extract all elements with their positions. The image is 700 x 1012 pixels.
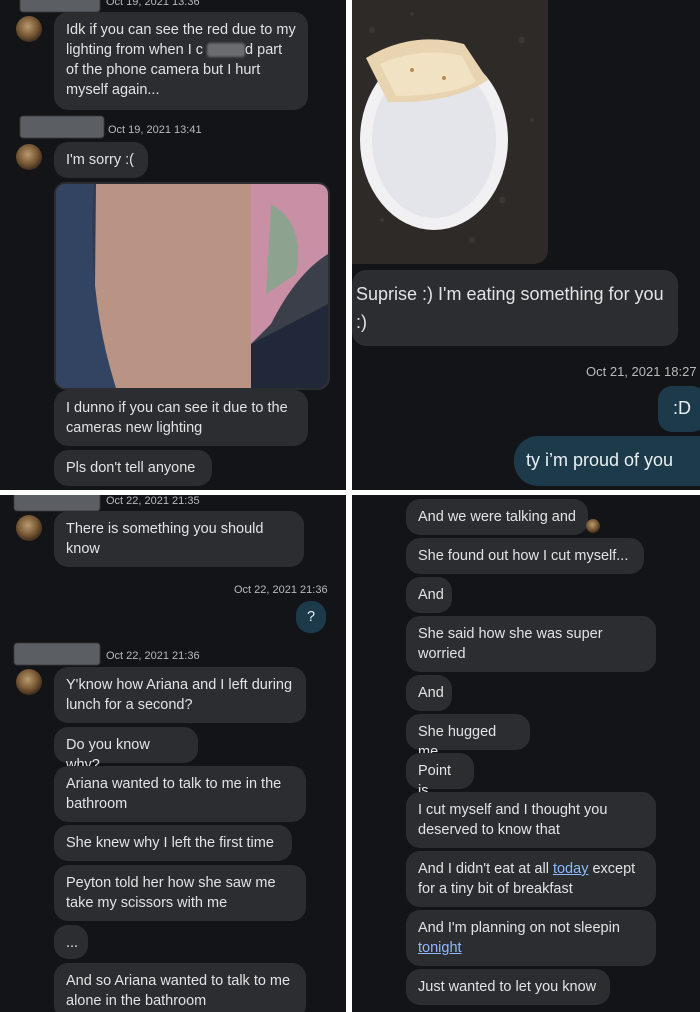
message-bubble[interactable]: I cut myself and I thought you deserved … bbox=[406, 792, 656, 848]
message-bubble[interactable]: She hugged me bbox=[406, 714, 530, 760]
message-bubble[interactable]: And so Ariana wanted to talk to me alone… bbox=[54, 963, 306, 1012]
screenshot-panel-1: Oct 19, 2021 13:36 Idk if you can see th… bbox=[0, 0, 346, 490]
read-receipt-avatar bbox=[586, 519, 600, 533]
message-text: And we were talking and bbox=[418, 509, 576, 525]
message-bubble[interactable]: Point is bbox=[406, 753, 474, 799]
message-bubble[interactable]: Y'know how Ariana and I left during lunc… bbox=[54, 667, 306, 723]
message-text: d bbox=[245, 42, 254, 58]
message-bubble[interactable]: And bbox=[406, 577, 452, 613]
message-bubble[interactable]: And bbox=[406, 675, 452, 711]
message-text: And bbox=[418, 685, 444, 701]
message-bubble[interactable]: And I didn't eat at all today except for… bbox=[406, 851, 656, 907]
message-text: She said how she was super worried bbox=[418, 626, 603, 662]
message-text: And I didn't eat at all bbox=[418, 861, 553, 877]
shared-photo[interactable] bbox=[352, 0, 548, 264]
redacted-sender-name bbox=[20, 116, 104, 138]
message-text: And I'm planning on not sleepin bbox=[418, 920, 620, 936]
screenshot-panel-4: And we were talking and She found out ho… bbox=[352, 495, 700, 1012]
sent-message-bubble[interactable]: ty i’m proud of you bbox=[514, 436, 700, 486]
message-bubble[interactable]: I'm sorry :( bbox=[54, 142, 148, 178]
message-timestamp: Oct 22, 2021 21:36 bbox=[106, 650, 200, 662]
message-timestamp: Oct 19, 2021 13:36 bbox=[106, 0, 200, 8]
message-bubble[interactable]: ... bbox=[54, 925, 88, 959]
contact-avatar[interactable] bbox=[16, 669, 42, 695]
message-text: And so Ariana wanted to talk to me alone… bbox=[66, 973, 291, 1009]
message-text: :D bbox=[673, 398, 691, 418]
message-text: ty i’m proud of you bbox=[526, 450, 674, 470]
redacted-sender-name bbox=[14, 643, 100, 665]
message-bubble[interactable]: Pls don't tell anyone bbox=[54, 450, 212, 486]
redacted-sender-name bbox=[14, 495, 100, 511]
message-bubble[interactable]: Peyton told her how she saw me take my s… bbox=[54, 865, 306, 921]
message-bubble[interactable]: Do you know why? bbox=[54, 727, 198, 773]
screenshot-panel-2: Suprise :) I'm eating something for you … bbox=[352, 0, 700, 490]
message-timestamp: Oct 21, 2021 18:27 bbox=[586, 364, 697, 379]
message-text: There is something you should know bbox=[66, 521, 264, 557]
message-timestamp: Oct 19, 2021 13:41 bbox=[108, 124, 202, 136]
message-timestamp: Oct 22, 2021 21:35 bbox=[106, 495, 200, 507]
sent-message-bubble[interactable]: :D bbox=[658, 386, 700, 432]
message-text: ... bbox=[66, 935, 79, 951]
message-text: I'm sorry :( bbox=[66, 152, 135, 168]
date-link[interactable]: today bbox=[553, 861, 588, 877]
contact-avatar[interactable] bbox=[16, 515, 42, 541]
contact-avatar[interactable] bbox=[16, 144, 42, 170]
message-bubble[interactable]: She found out how I cut myself... bbox=[406, 538, 644, 574]
sent-message-bubble[interactable]: ? bbox=[296, 601, 326, 633]
message-bubble[interactable]: She knew why I left the first time bbox=[54, 825, 292, 861]
message-text: She found out how I cut myself... bbox=[418, 548, 629, 564]
message-text: Peyton told her how she saw me take my s… bbox=[66, 875, 276, 911]
photo-image bbox=[56, 184, 328, 388]
contact-avatar[interactable] bbox=[16, 16, 42, 42]
message-text: Pls don't tell anyone bbox=[66, 460, 196, 476]
message-bubble[interactable]: And we were talking and bbox=[406, 499, 588, 535]
message-text: And bbox=[418, 587, 444, 603]
message-bubble[interactable]: Suprise :) I'm eating something for you … bbox=[352, 270, 678, 346]
screenshot-panel-3: Oct 22, 2021 21:35 There is something yo… bbox=[0, 495, 346, 1012]
message-bubble[interactable]: And I'm planning on not sleepin tonight bbox=[406, 910, 656, 966]
message-bubble[interactable]: Idk if you can see the red due to my lig… bbox=[54, 12, 308, 110]
redacted-text bbox=[207, 43, 246, 58]
message-text: Just wanted to let you know bbox=[418, 979, 597, 995]
message-timestamp: Oct 22, 2021 21:36 bbox=[234, 584, 328, 596]
message-text: Ariana wanted to talk to me in the bathr… bbox=[66, 776, 282, 812]
message-bubble[interactable]: Just wanted to let you know bbox=[406, 969, 610, 1005]
photo-image bbox=[352, 0, 548, 264]
date-link[interactable]: tonight bbox=[418, 940, 462, 956]
message-bubble[interactable]: Ariana wanted to talk to me in the bathr… bbox=[54, 766, 306, 822]
message-text: She knew why I left the first time bbox=[66, 835, 274, 851]
shared-photo[interactable] bbox=[54, 182, 330, 390]
message-bubble[interactable]: She said how she was super worried bbox=[406, 616, 656, 672]
message-text: I dunno if you can see it due to the cam… bbox=[66, 400, 288, 436]
message-text: Suprise :) I'm eating something for you … bbox=[356, 284, 664, 332]
message-text: Y'know how Ariana and I left during lunc… bbox=[66, 677, 293, 713]
message-bubble[interactable]: I dunno if you can see it due to the cam… bbox=[54, 390, 308, 446]
message-bubble[interactable]: There is something you should know bbox=[54, 511, 304, 567]
message-text: ? bbox=[306, 609, 316, 625]
redacted-sender-name bbox=[20, 0, 100, 12]
message-text: I cut myself and I thought you deserved … bbox=[418, 802, 608, 838]
